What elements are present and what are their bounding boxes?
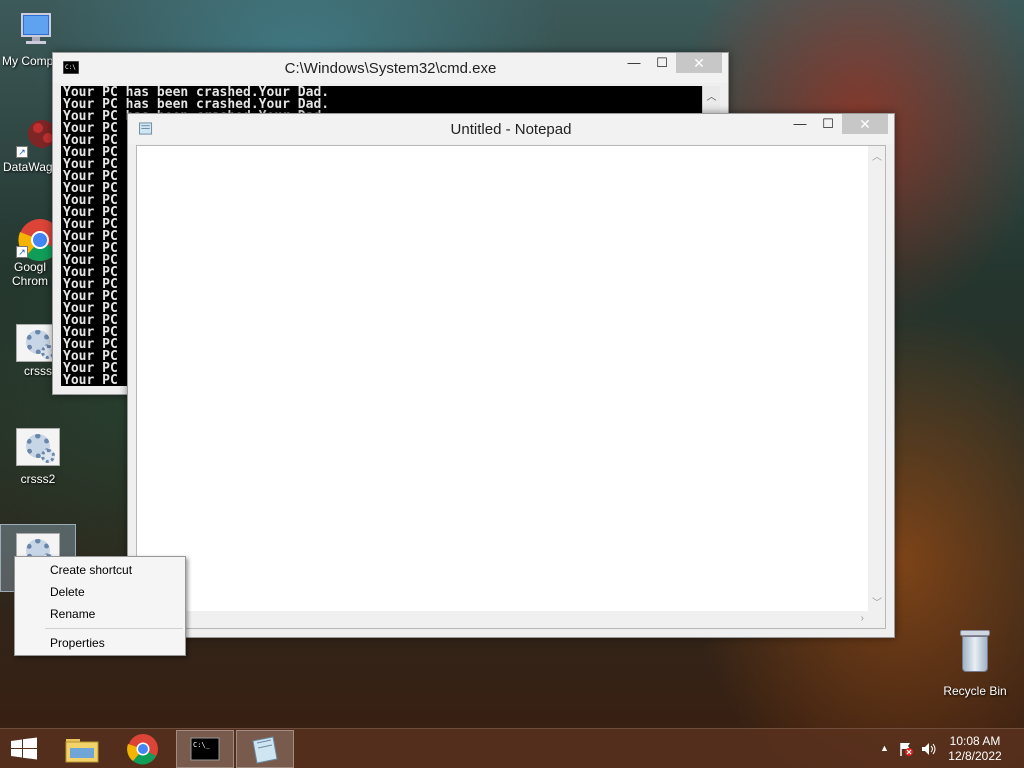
menu-separator xyxy=(45,628,183,629)
menu-item-properties[interactable]: Properties xyxy=(15,632,185,654)
resize-grip[interactable] xyxy=(868,611,885,628)
close-button[interactable]: ✕ xyxy=(676,53,722,73)
windows-logo-icon xyxy=(11,737,37,760)
menu-item-delete[interactable]: Delete xyxy=(15,581,185,603)
maximize-button[interactable]: ☐ xyxy=(648,53,676,73)
menu-item-create-shortcut[interactable]: Create shortcut xyxy=(15,559,185,581)
folder-icon xyxy=(65,739,99,763)
shortcut-arrow-icon: ↗ xyxy=(16,146,28,158)
volume-icon[interactable] xyxy=(920,741,938,757)
chrome-icon xyxy=(127,734,158,765)
desktop-icon-recycle-bin[interactable]: Recycle Bin xyxy=(940,630,1010,698)
taskbar-chrome[interactable] xyxy=(114,730,172,768)
minimize-button[interactable]: — xyxy=(620,53,648,73)
desktop-icon-label: crsss2 xyxy=(20,472,56,486)
horizontal-scrollbar[interactable]: › xyxy=(137,611,868,628)
taskbar: C:\_ ▲ 10:08 AM 12/8/2022 xyxy=(0,728,1024,768)
scroll-down-icon[interactable]: ﹀ xyxy=(872,594,882,609)
scroll-up-icon[interactable]: ︿ xyxy=(703,88,720,103)
context-menu: Create shortcut Delete Rename Properties xyxy=(14,556,186,656)
settings-file-icon xyxy=(16,428,60,466)
notepad-icon xyxy=(252,736,278,764)
taskbar-notepad[interactable] xyxy=(236,730,294,768)
svg-text:C:\_: C:\_ xyxy=(193,741,211,749)
menu-item-rename[interactable]: Rename xyxy=(15,603,185,625)
action-center-flag-icon[interactable] xyxy=(898,741,914,757)
notepad-text-area[interactable]: ︿ ﹀ › xyxy=(136,145,886,629)
cmd-titlebar[interactable]: C:\ C:\Windows\System32\cmd.exe — ☐ ✕ xyxy=(53,53,728,83)
clock-time: 10:08 AM xyxy=(949,734,1001,748)
cmd-icon: C:\_ xyxy=(190,737,220,761)
clock[interactable]: 10:08 AM 12/8/2022 xyxy=(942,734,1008,764)
vertical-scrollbar[interactable]: ︿ ﹀ xyxy=(868,146,885,611)
taskbar-file-explorer[interactable] xyxy=(54,730,112,768)
minimize-button[interactable]: — xyxy=(786,114,814,134)
computer-icon xyxy=(16,8,60,52)
desktop-icon-crsss2[interactable]: crsss2 xyxy=(0,428,76,486)
start-button[interactable] xyxy=(0,730,48,768)
desktop-icon-label: Recycle Bin xyxy=(943,684,1007,698)
scroll-right-icon[interactable]: › xyxy=(861,613,864,624)
clock-date: 12/8/2022 xyxy=(948,749,1002,763)
scroll-up-icon[interactable]: ︿ xyxy=(872,148,882,163)
recycle-bin-icon xyxy=(958,630,992,674)
notepad-title: Untitled - Notepad xyxy=(450,121,572,138)
shortcut-arrow-icon: ↗ xyxy=(16,246,28,258)
notepad-window[interactable]: Untitled - Notepad — ☐ ✕ ︿ ﹀ › xyxy=(127,113,895,638)
maximize-button[interactable]: ☐ xyxy=(814,114,842,134)
system-tray: ▲ 10:08 AM 12/8/2022 xyxy=(864,729,1024,768)
notepad-titlebar[interactable]: Untitled - Notepad — ☐ ✕ xyxy=(128,114,894,144)
desktop-icon-label: Googl Chrom xyxy=(11,260,48,288)
close-button[interactable]: ✕ xyxy=(842,114,888,134)
taskbar-cmd[interactable]: C:\_ xyxy=(176,730,234,768)
show-hidden-icons-button[interactable]: ▲ xyxy=(880,743,889,753)
